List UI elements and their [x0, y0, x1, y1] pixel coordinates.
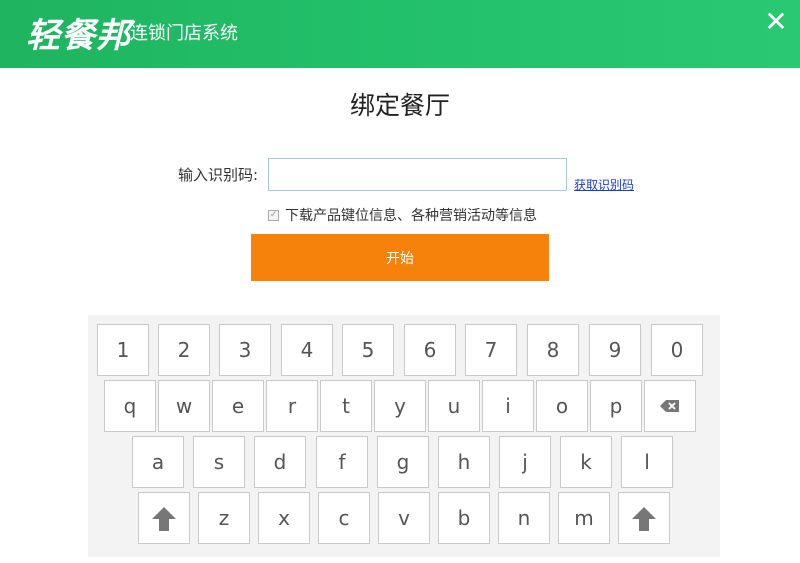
on-screen-keyboard: 1 2 3 4 5 6 7 8 9 0 q w e r t y u i o p …: [88, 315, 720, 557]
key-e[interactable]: e: [212, 380, 264, 432]
key-m[interactable]: m: [558, 492, 610, 544]
get-code-link[interactable]: 获取识别码: [574, 176, 634, 193]
key-5[interactable]: 5: [342, 324, 394, 376]
shift-icon: [632, 507, 656, 531]
key-x[interactable]: x: [258, 492, 310, 544]
key-a[interactable]: a: [132, 436, 184, 488]
key-d[interactable]: d: [254, 436, 306, 488]
backspace-icon: [660, 400, 679, 412]
key-0[interactable]: 0: [651, 324, 703, 376]
app-logo: 轻餐邦: [26, 16, 131, 56]
key-1[interactable]: 1: [97, 324, 149, 376]
download-info-checkbox[interactable]: ✓: [268, 209, 279, 221]
key-i[interactable]: i: [482, 380, 534, 432]
page-title: 绑定餐厅: [349, 91, 450, 120]
key-o[interactable]: o: [536, 380, 588, 432]
key-t[interactable]: t: [320, 380, 372, 432]
key-3[interactable]: 3: [219, 324, 271, 376]
key-u[interactable]: u: [428, 380, 480, 432]
key-z[interactable]: z: [198, 492, 250, 544]
key-9[interactable]: 9: [589, 324, 641, 376]
key-n[interactable]: n: [498, 492, 550, 544]
key-s[interactable]: s: [193, 436, 245, 488]
shift-key-right[interactable]: [618, 492, 670, 544]
key-j[interactable]: j: [499, 436, 551, 488]
key-c[interactable]: c: [318, 492, 370, 544]
key-f[interactable]: f: [316, 436, 368, 488]
backspace-key[interactable]: [644, 380, 696, 432]
app-subtitle: 连锁门店系统: [130, 23, 238, 44]
key-w[interactable]: w: [158, 380, 210, 432]
key-p[interactable]: p: [590, 380, 642, 432]
key-y[interactable]: y: [374, 380, 426, 432]
header-bar: 轻餐邦 连锁门店系统 ✕: [0, 0, 800, 68]
key-4[interactable]: 4: [281, 324, 333, 376]
key-6[interactable]: 6: [404, 324, 456, 376]
key-g[interactable]: g: [377, 436, 429, 488]
start-button[interactable]: 开始: [251, 234, 549, 281]
key-h[interactable]: h: [438, 436, 490, 488]
key-v[interactable]: v: [378, 492, 430, 544]
key-2[interactable]: 2: [158, 324, 210, 376]
download-info-label: 下载产品键位信息、各种营销活动等信息: [285, 208, 537, 224]
shift-key-left[interactable]: [138, 492, 190, 544]
key-r[interactable]: r: [266, 380, 318, 432]
key-7[interactable]: 7: [465, 324, 517, 376]
close-icon[interactable]: ✕: [762, 8, 790, 36]
key-b[interactable]: b: [438, 492, 490, 544]
key-8[interactable]: 8: [527, 324, 579, 376]
key-l[interactable]: l: [621, 436, 673, 488]
code-input[interactable]: [268, 158, 567, 191]
key-k[interactable]: k: [560, 436, 612, 488]
key-q[interactable]: q: [104, 380, 156, 432]
shift-icon: [152, 507, 176, 531]
download-info-row[interactable]: ✓ 下载产品键位信息、各种营销活动等信息: [268, 206, 537, 224]
code-label: 输入识别码:: [177, 166, 258, 184]
